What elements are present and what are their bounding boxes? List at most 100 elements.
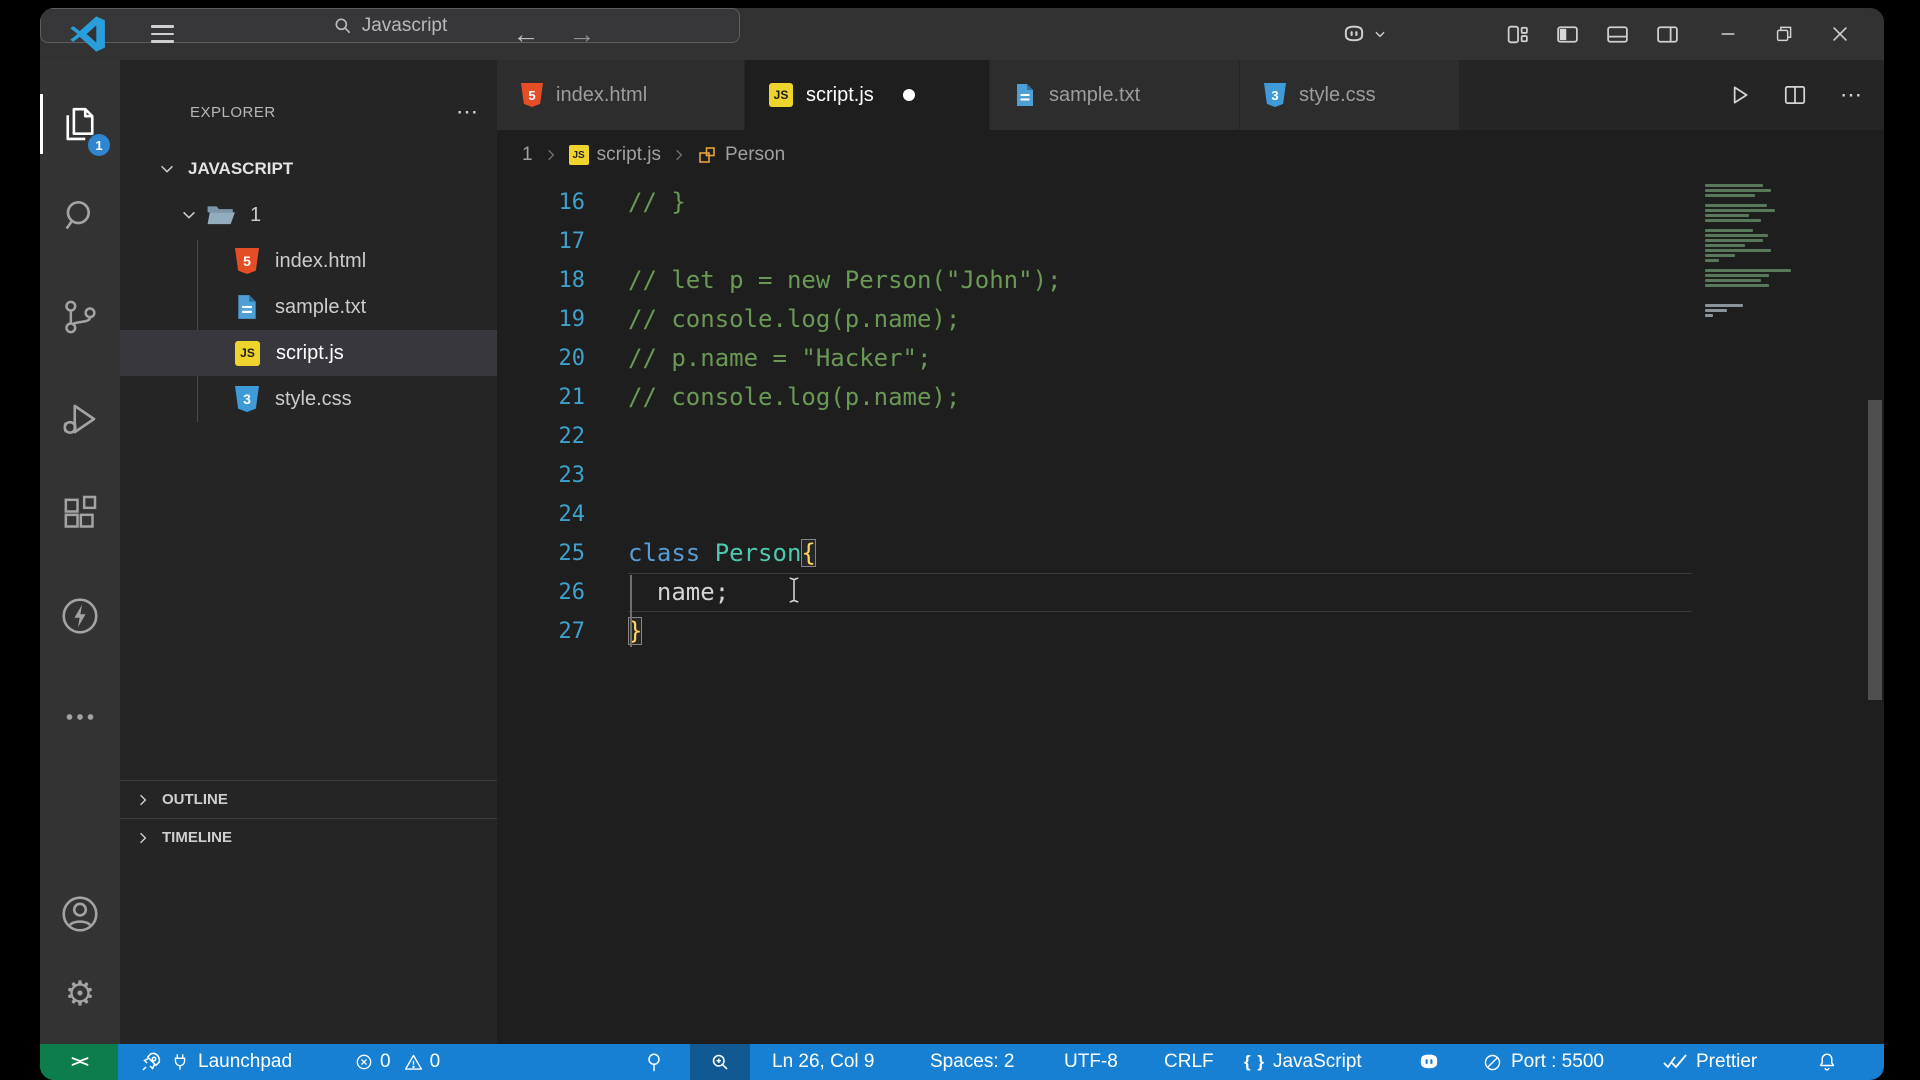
file-row-script-js[interactable]: JS script.js [120,330,497,376]
chevron-down-icon [178,206,200,224]
line-number: 21 [558,385,586,410]
line-number: 19 [558,307,586,332]
explorer-badge: 1 [88,134,110,156]
encoding-indicator[interactable]: UTF-8 [1060,1044,1122,1080]
toggle-panel-icon[interactable] [1592,8,1642,60]
remote-indicator[interactable]: >< [40,1044,118,1080]
minimap-line [1705,254,1735,257]
tab-sample-txt[interactable]: sample.txt [990,60,1240,130]
code-editor[interactable]: 16 // } 17 18 // let p = new Person("John");… [497,180,1884,1044]
editor-group: 5 index.html JS script.js sample.txt 3 s… [497,60,1884,1044]
sidebar-item-explorer[interactable]: 1 [40,88,120,160]
line-col-indicator[interactable]: Ln 26, Col 9 [768,1044,878,1080]
run-file-icon[interactable] [1720,76,1758,114]
minimize-icon[interactable] [1700,8,1756,60]
eol-indicator[interactable]: CRLF [1160,1044,1218,1080]
tab-script-js[interactable]: JS script.js [745,60,990,130]
scrollbar-thumb[interactable] [1868,400,1882,700]
code-line-24[interactable]: 24 [497,495,1884,534]
code-line-22[interactable]: 22 [497,417,1884,456]
tab-label: sample.txt [1049,83,1141,106]
warning-count: 0 [429,1051,441,1072]
breadcrumb-file[interactable]: JS script.js [568,144,661,166]
copilot-menu-button[interactable] [1342,8,1386,60]
problems-item[interactable]: 0 0 [350,1044,444,1080]
zoom-indicator[interactable] [690,1044,750,1080]
code-line-16[interactable]: 16 // } [497,183,1884,222]
code-line-25[interactable]: 25 class Person{ [497,534,1884,573]
language-mode-item[interactable]: { } JavaScript [1240,1044,1366,1080]
screencast-icon[interactable] [640,1044,668,1080]
breadcrumb-symbol[interactable]: Person [697,144,785,166]
launchpad-item[interactable]: Launchpad [136,1044,296,1080]
line-number: 16 [558,190,586,215]
workspace-name: JAVASCRIPT [188,159,294,178]
vscode-window: ← → Javascript 1 ⚙ EXPLORER ⋯ JAVASCRIPT… [40,8,1884,1080]
line-number: 27 [558,619,586,644]
more-actions-icon[interactable]: ⋯ [1832,76,1870,114]
code-line-17[interactable]: 17 [497,222,1884,261]
tab-style-css[interactable]: 3 style.css [1240,60,1460,130]
minimap[interactable] [1690,184,1850,604]
settings-gear-icon[interactable]: ⚙ [40,958,120,1030]
file-row-index-html[interactable]: 5 index.html [120,238,497,284]
text-file-icon [1014,83,1036,107]
timeline-section-header[interactable]: TIMELINE [120,818,497,856]
notifications-bell-icon[interactable] [1812,1044,1842,1080]
code-line-18[interactable]: 18 // let p = new Person("John"); [497,261,1884,300]
split-editor-icon[interactable] [1776,76,1814,114]
sidebar-header: EXPLORER ⋯ [120,90,497,134]
minimap-line [1705,244,1745,247]
explorer-sidebar: EXPLORER ⋯ JAVASCRIPT 1 5 index.html sam… [120,60,497,1044]
editor-scrollbar[interactable] [1868,60,1882,1044]
forward-button[interactable]: → [562,8,602,60]
tab-label: index.html [556,83,648,106]
sidebar-item-run-debug[interactable] [40,383,120,455]
sidebar-item-source-control[interactable] [40,281,120,353]
workspace-row[interactable]: JAVASCRIPT [120,146,497,192]
code-line-21[interactable]: 21 // console.log(p.name); [497,378,1884,417]
explorer-more-actions-icon[interactable]: ⋯ [427,90,507,134]
code-line-23[interactable]: 23 [497,456,1884,495]
toggle-secondary-sidebar-icon[interactable] [1642,8,1692,60]
file-row-sample-txt[interactable]: sample.txt [120,284,497,330]
back-button[interactable]: ← [506,8,546,60]
sidebar-item-search[interactable] [40,180,120,252]
code-line-27[interactable]: 27} [497,612,1884,651]
formatter-item[interactable]: Prettier [1658,1044,1761,1080]
toggle-primary-sidebar-icon[interactable] [1542,8,1592,60]
tab-index-html[interactable]: 5 index.html [497,60,745,130]
file-row-style-css[interactable]: 3 style.css [120,376,497,422]
outline-section-header[interactable]: OUTLINE [120,780,497,818]
code-line-26[interactable]: 26 name; [497,573,1884,612]
window-controls [1700,8,1868,60]
minimap-line [1705,184,1763,187]
close-icon[interactable] [1812,8,1868,60]
sidebar-item-extensions[interactable] [40,478,120,550]
restore-icon[interactable] [1756,8,1812,60]
rocket-icon [140,1051,162,1073]
indentation-indicator[interactable]: Spaces: 2 [926,1044,1019,1080]
modified-dot[interactable] [902,89,915,101]
breadcrumb-folder[interactable]: 1 [522,144,533,166]
minimap-line [1705,229,1753,232]
copilot-status-icon[interactable] [1412,1044,1446,1080]
more-views-icon[interactable] [40,681,120,753]
menu-icon[interactable] [142,8,182,60]
breadcrumb: 1 JS script.js Person [497,130,1884,180]
html-file-icon: 5 [235,248,259,274]
sidebar-item-thunder-client[interactable] [40,580,120,652]
chevron-right-icon [132,830,154,846]
code-line-20[interactable]: 20 // p.name = "Hacker"; [497,339,1884,378]
formatter-label: Prettier [1696,1051,1758,1072]
live-server-port-item[interactable]: Port : 5500 [1478,1044,1608,1080]
accounts-icon[interactable] [40,878,120,950]
minimap-line [1705,309,1727,312]
code-line-19[interactable]: 19 // console.log(p.name); [497,300,1884,339]
code-text: class Person{ [628,539,816,567]
js-file-icon: JS [769,83,793,107]
customize-layout-icon[interactable] [1492,8,1542,60]
folder-row[interactable]: 1 [120,192,497,238]
chevron-right-icon [671,147,687,163]
text-cursor-ibeam [786,576,802,604]
